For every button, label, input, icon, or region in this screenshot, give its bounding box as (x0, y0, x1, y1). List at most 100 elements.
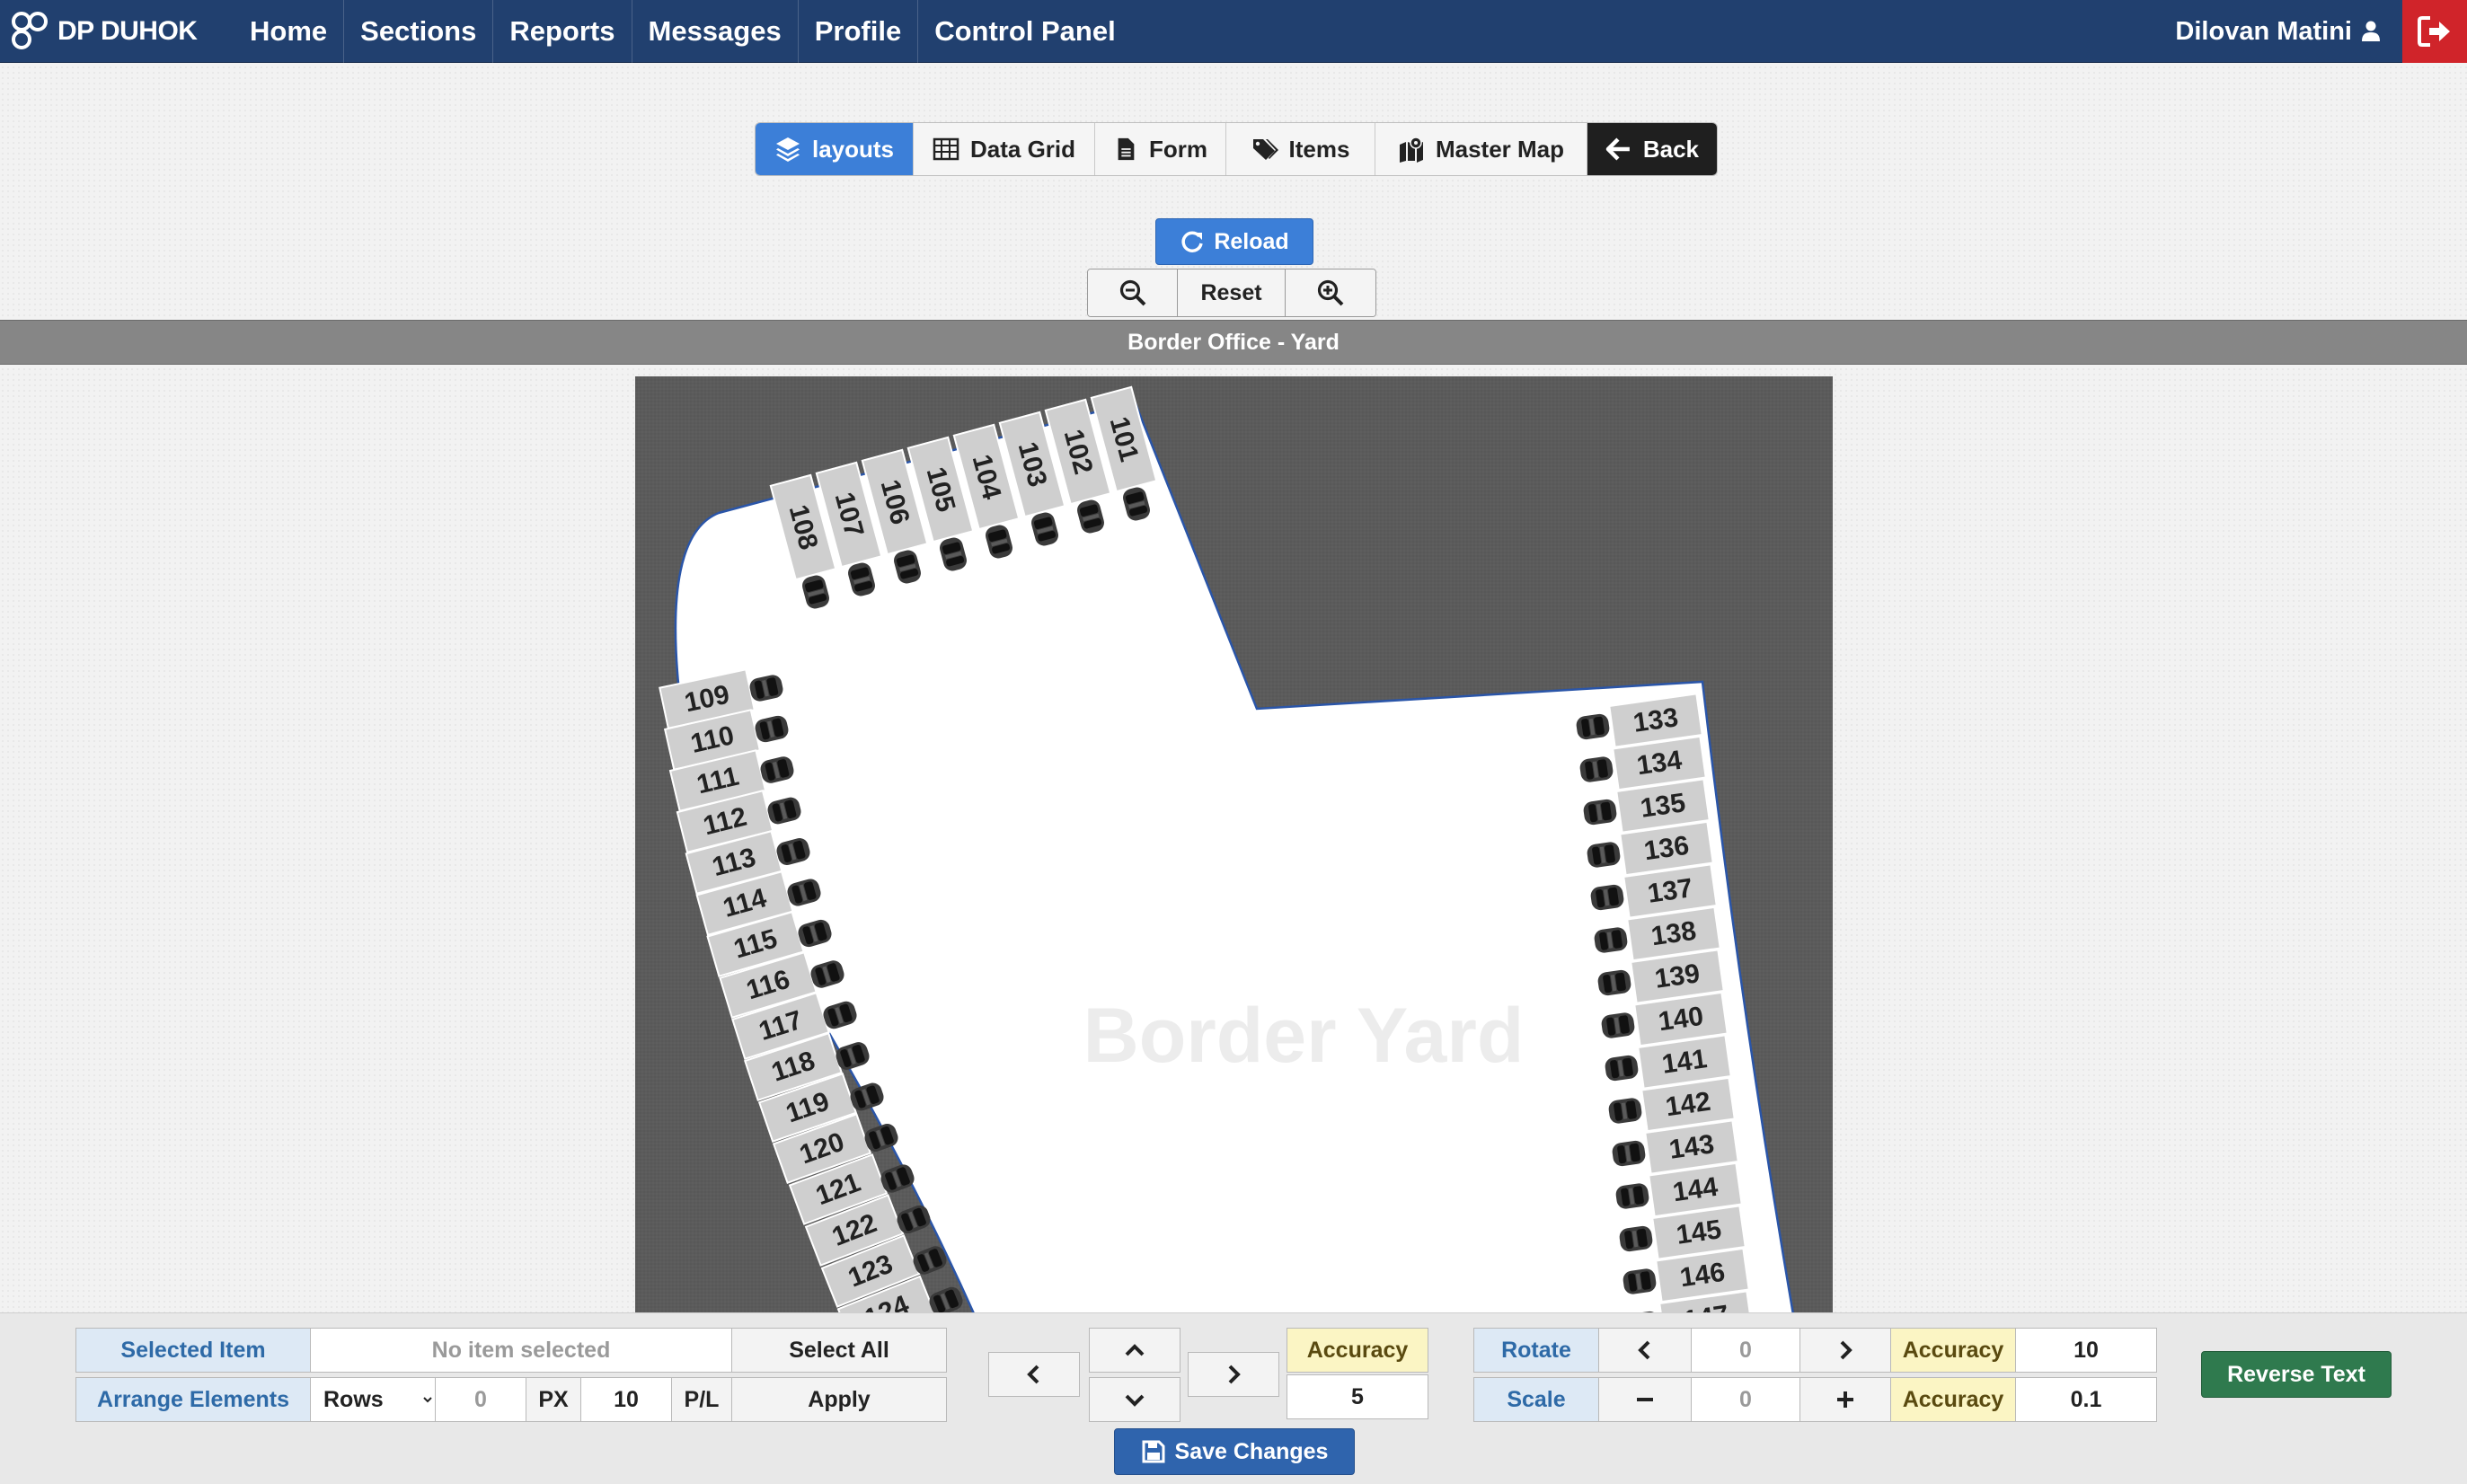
parking-spot-label: 135 (1639, 788, 1687, 824)
user-icon (2362, 21, 2380, 41)
parking-spot-label: 142 (1664, 1087, 1712, 1123)
parking-spot-label: 143 (1667, 1129, 1716, 1165)
brand-logo-icon (12, 11, 48, 49)
tags-icon (1252, 139, 1278, 160)
tab-layouts[interactable]: layouts (756, 123, 914, 175)
move-accuracy-input[interactable]: 5 (1287, 1374, 1428, 1419)
tab-label: Data Grid (969, 135, 1076, 163)
table-icon (933, 137, 959, 161)
file-icon (1118, 137, 1135, 161)
reverse-text-button[interactable]: Reverse Text (2201, 1351, 2392, 1398)
brand-name: DP DUHOK (57, 15, 198, 46)
logout-button[interactable] (2402, 0, 2467, 63)
chevron-left-icon (1027, 1365, 1039, 1384)
parking-spot-label: 134 (1635, 746, 1684, 782)
yard-map: Border Yard 1011021031041051061071081091… (635, 376, 1833, 1312)
parking-spot-label: 137 (1646, 873, 1694, 909)
rotate-accuracy-label: Accuracy (1890, 1328, 2016, 1373)
pl-unit-label: P/L (671, 1377, 732, 1422)
nav-control-panel[interactable]: Control Panel (918, 0, 1132, 63)
zoom-controls: Reset (1087, 269, 1376, 317)
user-name: Dilovan Matini (2175, 16, 2352, 46)
plus-icon (1837, 1391, 1853, 1408)
parking-spot-label: 136 (1642, 831, 1691, 867)
sign-out-icon (2418, 16, 2450, 47)
arrange-mode-dropdown[interactable]: Rows Columns (311, 1386, 435, 1413)
arrange-offset-input[interactable]: 0 (435, 1377, 526, 1422)
layout-toolbar: layouts Data Grid Form Items Master Map … (755, 122, 1718, 176)
top-navbar: DP DUHOK Home Sections Reports Messages … (0, 0, 2467, 63)
back-button[interactable]: Back (1587, 123, 1717, 175)
scale-up-button[interactable] (1799, 1377, 1891, 1422)
tab-label: Back (1642, 135, 1699, 163)
save-icon (1142, 1440, 1165, 1463)
tab-label: Form (1149, 135, 1207, 163)
map-canvas[interactable]: Border Yard 101 102 103 104 105 106 107 108 109 1… (635, 376, 1833, 1312)
save-label: Save Changes (1174, 1438, 1329, 1464)
move-right-button[interactable] (1188, 1352, 1279, 1397)
parking-spot-label: 133 (1631, 702, 1680, 738)
nav-reports[interactable]: Reports (493, 0, 632, 63)
nav-sections[interactable]: Sections (344, 0, 494, 63)
nav-messages[interactable]: Messages (632, 0, 799, 63)
zoom-in-icon (1317, 279, 1344, 306)
tab-label: Items (1288, 135, 1350, 163)
move-down-button[interactable] (1089, 1377, 1180, 1422)
tab-form[interactable]: Form (1095, 123, 1226, 175)
nav-home[interactable]: Home (234, 0, 345, 63)
scale-value-input[interactable]: 0 (1691, 1377, 1800, 1422)
per-line-input[interactable]: 10 (580, 1377, 672, 1422)
nav-profile[interactable]: Profile (799, 0, 919, 63)
selected-item-label: Selected Item (75, 1328, 311, 1373)
chevron-right-icon (1840, 1340, 1852, 1360)
tab-items[interactable]: Items (1226, 123, 1375, 175)
scale-accuracy-input[interactable]: 0.1 (2015, 1377, 2157, 1422)
parking-spot-label: 140 (1657, 1002, 1705, 1038)
rotate-value-input[interactable]: 0 (1691, 1328, 1800, 1373)
apply-button[interactable]: Apply (731, 1377, 947, 1422)
brand[interactable]: DP DUHOK (0, 0, 234, 63)
arrange-mode-select[interactable]: Rows Columns (310, 1377, 436, 1422)
arrange-elements-label: Arrange Elements (75, 1377, 311, 1422)
move-up-button[interactable] (1089, 1328, 1180, 1373)
parking-spot-label: 145 (1675, 1215, 1723, 1250)
save-changes-button[interactable]: Save Changes (1114, 1428, 1355, 1475)
rotate-right-button[interactable] (1799, 1328, 1891, 1373)
chevron-down-icon (1125, 1394, 1145, 1407)
selected-item-value: No item selected (310, 1328, 732, 1373)
user-menu[interactable]: Dilovan Matini (2175, 0, 2381, 63)
parking-spot-label: 144 (1671, 1172, 1720, 1208)
parking-spot-label: 139 (1653, 958, 1702, 994)
zoom-out-button[interactable] (1088, 269, 1178, 316)
scale-down-button[interactable] (1598, 1377, 1692, 1422)
rotate-left-button[interactable] (1598, 1328, 1692, 1373)
zoom-out-icon (1119, 279, 1145, 306)
tab-master-map[interactable]: Master Map (1375, 123, 1587, 175)
scale-label: Scale (1473, 1377, 1599, 1422)
move-accuracy-label: Accuracy (1287, 1328, 1428, 1373)
layout-title: Border Office - Yard (0, 320, 2467, 365)
chevron-right-icon (1228, 1365, 1241, 1384)
reload-button[interactable]: Reload (1155, 218, 1313, 265)
parking-spot-label: 146 (1678, 1258, 1727, 1294)
tab-label: layouts (811, 135, 895, 163)
move-left-button[interactable] (988, 1352, 1080, 1397)
chevron-up-icon (1125, 1344, 1145, 1356)
parking-spot-label: 141 (1660, 1044, 1709, 1080)
select-all-button[interactable]: Select All (731, 1328, 947, 1373)
tab-data-grid[interactable]: Data Grid (914, 123, 1095, 175)
arrow-left-icon (1605, 137, 1630, 161)
layers-icon (775, 137, 800, 162)
map-marked-icon (1399, 137, 1423, 163)
chevron-left-icon (1638, 1340, 1650, 1360)
px-unit-label: PX (526, 1377, 581, 1422)
reload-label: Reload (1214, 228, 1289, 254)
yard-watermark: Border Yard (1083, 993, 1525, 1079)
rotate-label: Rotate (1473, 1328, 1599, 1373)
zoom-reset-button[interactable]: Reset (1178, 269, 1286, 316)
scale-accuracy-label: Accuracy (1890, 1377, 2016, 1422)
minus-icon (1637, 1398, 1653, 1401)
rotate-accuracy-input[interactable]: 10 (2015, 1328, 2157, 1373)
zoom-in-button[interactable] (1286, 269, 1375, 316)
redo-icon (1181, 231, 1204, 252)
